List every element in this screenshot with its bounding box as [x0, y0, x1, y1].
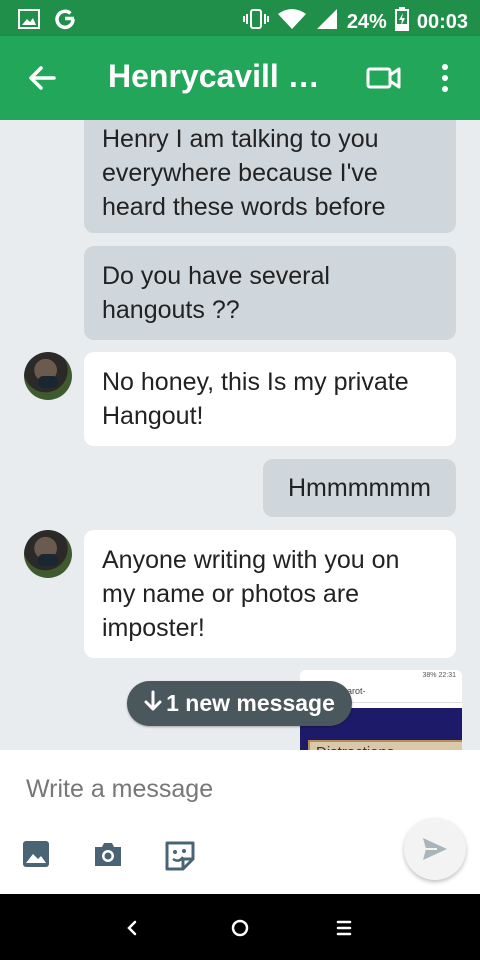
image-icon[interactable]: [22, 840, 52, 870]
nav-back-icon[interactable]: [118, 914, 146, 942]
avatar[interactable]: [24, 352, 72, 400]
battery-charging-icon: [394, 7, 409, 37]
composer: [0, 750, 480, 894]
message-outgoing: Do you have several hangouts ??: [84, 246, 456, 340]
status-bar: 24% 00:03: [0, 0, 480, 36]
nav-home-icon[interactable]: [226, 914, 254, 942]
new-message-label: 1 new message: [166, 690, 335, 716]
more-vert-icon[interactable]: [438, 64, 452, 92]
wifi-icon: [277, 8, 307, 36]
sticker-icon[interactable]: [164, 840, 195, 871]
new-message-button[interactable]: 1 new message: [127, 681, 352, 726]
message-list[interactable]: Henry I am talking to you everywhere bec…: [0, 120, 480, 750]
arrow-down-icon: [144, 690, 162, 718]
nav-recents-icon[interactable]: [330, 914, 358, 942]
system-nav-bar: [0, 894, 480, 960]
message-outgoing: Henry I am talking to you everywhere bec…: [84, 120, 456, 233]
vibrate-icon: [242, 8, 269, 36]
camera-icon[interactable]: [92, 840, 122, 870]
battery-percent: 24%: [346, 10, 387, 33]
video-call-icon[interactable]: [366, 64, 402, 92]
google-g-icon: [54, 8, 76, 35]
cell-signal-icon: [315, 8, 339, 36]
back-arrow-icon[interactable]: [26, 62, 58, 94]
app-bar: Henrycavill O...: [0, 36, 480, 120]
message-incoming: No honey, this Is my private Hangout!: [84, 352, 456, 446]
message-outgoing: Hmmmmmm: [263, 459, 456, 517]
conversation-title[interactable]: Henrycavill O...: [108, 58, 332, 95]
thumbnail-card-text: Distractions: [308, 740, 462, 750]
avatar[interactable]: [24, 530, 72, 578]
message-input[interactable]: [24, 768, 388, 810]
message-incoming: Anyone writing with you on my name or ph…: [84, 530, 456, 658]
clock: 00:03: [416, 10, 468, 33]
send-icon[interactable]: [404, 818, 466, 880]
gallery-icon: [18, 9, 40, 34]
